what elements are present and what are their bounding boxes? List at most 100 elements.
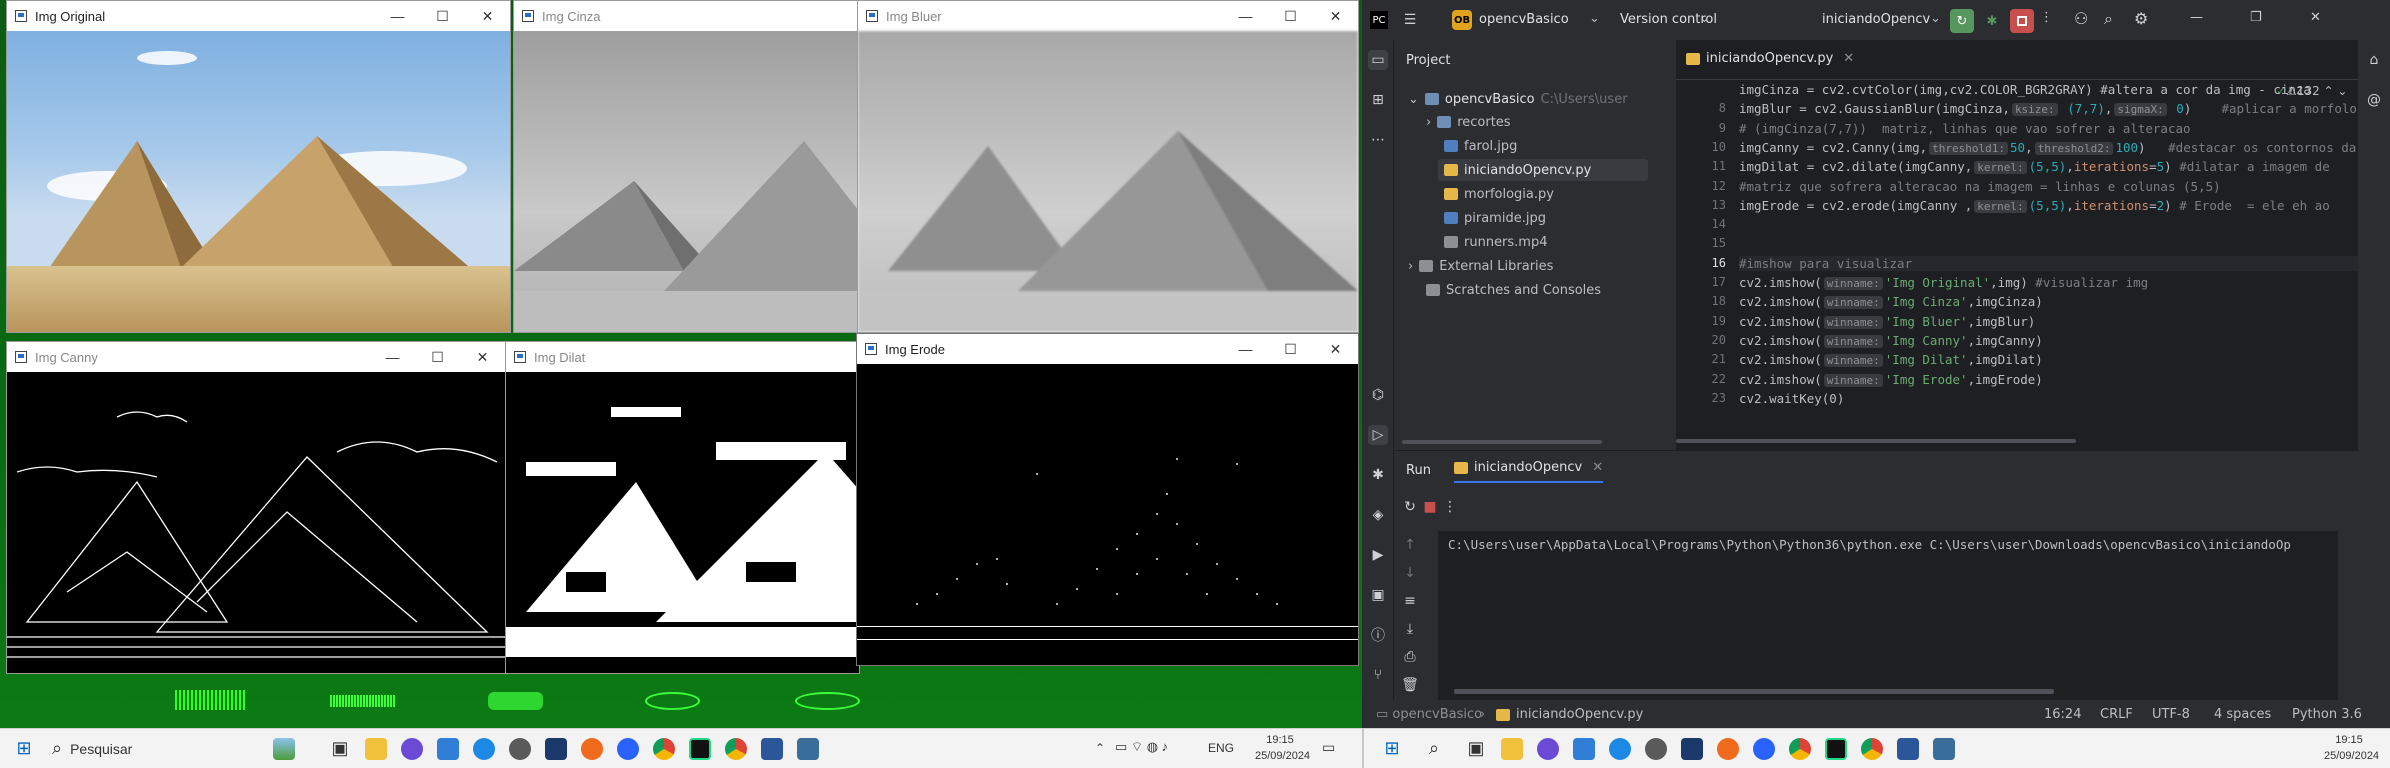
app-icon-6[interactable] — [1746, 731, 1782, 767]
app-icon-2[interactable] — [1602, 731, 1638, 767]
task-view-icon[interactable]: ▣ — [322, 731, 358, 767]
horizontal-scrollbar[interactable] — [1402, 440, 1602, 444]
language-indicator[interactable]: ENG — [1208, 741, 1234, 755]
code-line[interactable]: imgDilat = cv2.dilate(imgCanny, kernel: (5… — [1739, 159, 2330, 175]
python-app-icon[interactable] — [790, 731, 826, 767]
debug-tool-icon[interactable]: ✱ — [1368, 465, 1388, 485]
run-tool-icon[interactable]: ▷ — [1368, 425, 1388, 445]
main-menu-icon[interactable]: ☰ — [1400, 10, 1420, 30]
project-tool-icon[interactable]: ▭ — [1368, 50, 1388, 70]
rerun-icon[interactable]: ↻ — [1400, 497, 1420, 517]
file-explorer-icon[interactable] — [358, 731, 394, 767]
maximize-button[interactable]: ☐ — [420, 1, 465, 31]
run-config-tab[interactable]: iniciandoOpencv ✕ — [1454, 460, 1604, 483]
tree-item-recortes[interactable]: › recortes — [1426, 111, 1511, 133]
code-line[interactable]: cv2.waitKey(0) — [1739, 391, 1844, 406]
editor-tab-active[interactable]: iniciandoOpencv.py ✕ — [1686, 51, 1854, 66]
window-titlebar[interactable]: Img Dilat — [506, 342, 859, 372]
breadcrumb-file[interactable]: iniciandoOpencv.py — [1496, 707, 1643, 722]
code-editor[interactable]: iniciandoOpencv.py ✕ ✓⚠132 ⌃ ⌄ imgCinza … — [1676, 40, 2358, 450]
chrome-profile-icon[interactable] — [718, 731, 754, 767]
code-line[interactable]: cv2.imshow(winname: 'Img Original',img) #… — [1739, 275, 2148, 290]
tree-item-iniciandoopencv[interactable]: iniciandoOpencv.py — [1438, 159, 1648, 181]
caret-position[interactable]: 16:24 — [2044, 707, 2081, 722]
file-encoding[interactable]: UTF-8 — [2152, 707, 2190, 722]
maximize-button[interactable]: ☐ — [1268, 334, 1313, 364]
search-icon[interactable]: ⌕ — [2104, 9, 2113, 29]
git-tool-icon[interactable]: ⑂ — [1368, 665, 1388, 685]
more-actions-icon[interactable]: ⋮ — [1440, 497, 1460, 517]
maximize-button[interactable]: ☐ — [415, 342, 460, 372]
app-icon-6[interactable] — [610, 731, 646, 767]
search-icon[interactable]: ⌕ — [1416, 731, 1452, 767]
trash-icon[interactable]: 🗑 — [1400, 675, 1420, 695]
tray-icons[interactable]: ▭ ⌔ ◍ ♪ — [1115, 739, 1168, 755]
img-canny-window[interactable]: Img Canny — ☐ ✕ — [6, 341, 506, 674]
code-line[interactable]: cv2.imshow(winname: 'Img Canny',imgCanny) — [1739, 333, 2043, 348]
close-button[interactable]: ✕ — [460, 342, 505, 372]
services-tool-icon[interactable]: ▶ — [1368, 545, 1388, 565]
console-output[interactable]: C:\Users\user\AppData\Local\Programs\Pyt… — [1438, 531, 2338, 711]
close-icon[interactable]: ✕ — [1592, 460, 1603, 475]
windows-start-icon[interactable]: ⊞ — [6, 731, 42, 767]
code-line[interactable]: imgCinza = cv2.cvtColor(img,cv2.COLOR_BG… — [1739, 82, 2311, 97]
line-separator[interactable]: CRLF — [2100, 707, 2133, 722]
chrome-profile-icon[interactable] — [1854, 731, 1890, 767]
python-interpreter[interactable]: Python 3.6 — [2292, 707, 2362, 722]
vscode-icon[interactable] — [1566, 731, 1602, 767]
editor-scrollbar[interactable] — [1676, 439, 2076, 443]
layers-tool-icon[interactable]: ◈ — [1368, 505, 1388, 525]
img-dilat-window[interactable]: Img Dilat — [505, 341, 860, 674]
clock[interactable]: 19:15 25/09/2024 — [2324, 732, 2379, 764]
maximize-button[interactable]: ☐ — [1268, 1, 1313, 31]
ide-restore-button[interactable]: ❐ — [2250, 10, 2262, 25]
structure-tool-icon[interactable]: ⊞ — [1368, 90, 1388, 110]
code-area[interactable]: imgCinza = cv2.cvtColor(img,cv2.COLOR_BG… — [1676, 80, 2358, 450]
indent-setting[interactable]: 4 spaces — [2214, 707, 2271, 722]
pycharm-taskbar-icon[interactable] — [1818, 731, 1854, 767]
notification-icon[interactable]: ▭ — [1322, 739, 1335, 756]
vscode-icon[interactable] — [430, 731, 466, 767]
more-tools-icon[interactable]: ⋯ — [1368, 130, 1388, 150]
clock[interactable]: 19:15 25/09/2024 — [1255, 732, 1310, 764]
close-button[interactable]: ✕ — [1313, 334, 1358, 364]
word-icon[interactable] — [1890, 731, 1926, 767]
terminal-tool-icon[interactable]: ▣ — [1368, 585, 1388, 605]
app-icon-4[interactable] — [538, 731, 574, 767]
code-line[interactable]: imgErode = cv2.erode(imgCanny , kernel: (5… — [1739, 198, 2330, 213]
project-panel-title[interactable]: Project — [1406, 53, 1450, 68]
notifications-icon[interactable]: ⌂ — [2364, 50, 2384, 70]
search-box[interactable]: ⌕ Pesquisar — [46, 733, 266, 765]
print-icon[interactable]: ⎙ — [1400, 647, 1420, 667]
ide-close-button[interactable]: ✕ — [2310, 10, 2321, 25]
user-icon[interactable]: ⚇ — [2074, 9, 2088, 28]
window-titlebar[interactable]: Img Cinza — [514, 1, 857, 31]
code-line[interactable]: cv2.imshow(winname: 'Img Erode',imgErode) — [1739, 372, 2043, 387]
ide-minimize-button[interactable]: — — [2190, 10, 2203, 25]
stop-icon[interactable]: ■ — [1420, 497, 1440, 517]
img-cinza-window[interactable]: Img Cinza — [513, 0, 858, 333]
app-icon-1[interactable] — [394, 731, 430, 767]
app-icon-5[interactable] — [1710, 731, 1746, 767]
minimize-button[interactable]: — — [375, 1, 420, 31]
app-icon-5[interactable] — [574, 731, 610, 767]
app-icon-3[interactable] — [1638, 731, 1674, 767]
debug-icon[interactable]: ✱ — [1980, 9, 2004, 33]
code-line[interactable]: cv2.imshow(winname: 'Img Cinza',imgCinza) — [1739, 294, 2043, 310]
chrome-icon[interactable] — [646, 731, 682, 767]
chrome-icon[interactable] — [1782, 731, 1818, 767]
problems-tool-icon[interactable]: ⓘ — [1368, 625, 1388, 645]
tab-close-icon[interactable]: ✕ — [1843, 51, 1854, 66]
code-line[interactable]: imgBlur = cv2.GaussianBlur(imgCinza, ksiz… — [1739, 101, 2357, 117]
file-explorer-icon[interactable] — [1494, 731, 1530, 767]
search-highlight-icon[interactable] — [266, 731, 302, 767]
console-scrollbar[interactable] — [1454, 689, 2054, 694]
minimize-button[interactable]: — — [1223, 1, 1268, 31]
python-packages-icon[interactable]: ⌬ — [1368, 385, 1388, 405]
tree-item-piramide[interactable]: piramide.jpg — [1444, 207, 1546, 229]
close-button[interactable]: ✕ — [465, 1, 510, 31]
code-line[interactable]: # (imgCinza(7,7)) matriz, linhas que vao… — [1739, 121, 2191, 136]
minimize-button[interactable]: — — [1223, 334, 1268, 364]
minimize-button[interactable]: — — [370, 342, 415, 372]
code-line[interactable]: imgCanny = cv2.Canny(img, threshold1: 50, t… — [1739, 140, 2356, 155]
